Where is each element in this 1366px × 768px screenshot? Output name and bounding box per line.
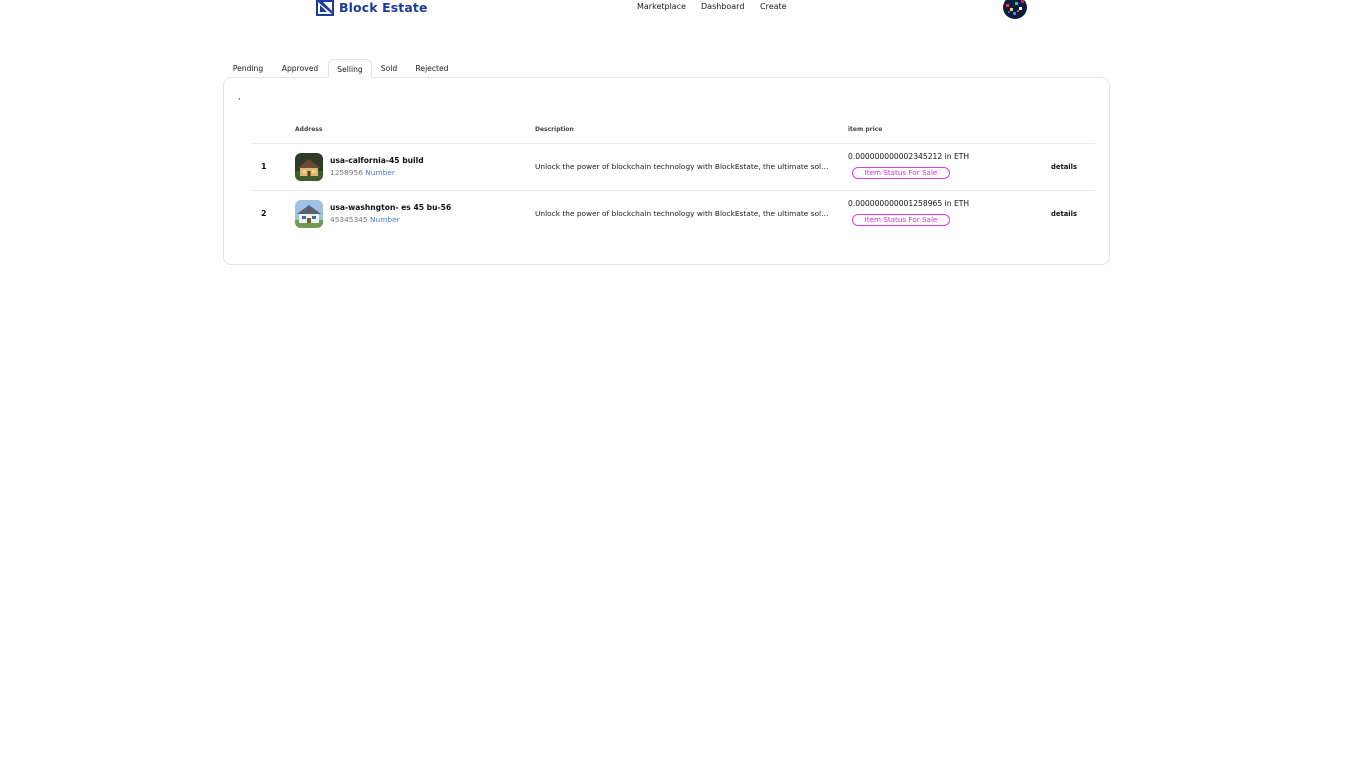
nav-dashboard[interactable]: Dashboard: [701, 2, 744, 12]
details-link[interactable]: details: [1051, 162, 1077, 172]
tab-selling[interactable]: Selling: [328, 59, 372, 78]
property-number-label: Number: [365, 168, 395, 177]
tab-approved[interactable]: Approved: [276, 59, 324, 78]
status-badge: Item Status For Sale: [852, 167, 950, 179]
property-description: Unlock the power of blockchain technolog…: [535, 162, 830, 171]
house-image-icon: [295, 200, 323, 228]
property-price: 0.000000000002345212 in ETH: [848, 152, 970, 161]
property-thumbnail: [295, 153, 323, 181]
table-row: 1 usa-calfornia-45 build 1258956 Number …: [251, 143, 1095, 190]
property-price: 0.000000000001258965 in ETH: [848, 199, 970, 208]
property-number-value: 1258956: [330, 168, 363, 177]
user-avatar[interactable]: [1003, 0, 1027, 19]
property-title: usa-washngton- es 45 bu-56: [330, 203, 452, 212]
main-nav: Marketplace Dashboard Create: [0, 2, 1366, 14]
property-description: Unlock the power of blockchain technolog…: [535, 209, 830, 218]
tab-pending[interactable]: Pending: [224, 59, 272, 78]
status-badge: Item Status For Sale: [852, 214, 950, 226]
tab-sold[interactable]: Sold: [375, 59, 403, 78]
property-number: 45345345 Number: [330, 215, 400, 225]
tab-rejected[interactable]: Rejected: [409, 59, 455, 78]
listings-card: , Address Description item price 1 usa-c…: [223, 77, 1110, 265]
row-index: 2: [261, 209, 267, 218]
column-header-description: Description: [535, 126, 574, 133]
nav-create[interactable]: Create: [760, 2, 787, 12]
column-header-address: Address: [295, 126, 323, 133]
details-link[interactable]: details: [1051, 209, 1077, 219]
column-header-price: item price: [848, 126, 883, 133]
header: Block Estate Marketplace Dashboard Creat…: [0, 0, 1366, 24]
house-image-icon: [295, 153, 323, 181]
card-marker: ,: [238, 92, 241, 101]
property-number: 1258956 Number: [330, 168, 395, 178]
avatar-icon: [1003, 0, 1027, 19]
property-title: usa-calfornia-45 build: [330, 156, 424, 165]
row-index: 1: [261, 162, 267, 171]
property-thumbnail: [295, 200, 323, 228]
nav-marketplace[interactable]: Marketplace: [637, 2, 686, 12]
property-number-value: 45345345: [330, 215, 368, 224]
table-row: 2 usa-washngton- es 45 bu-56 45345345 Nu…: [251, 190, 1095, 237]
property-number-label: Number: [369, 215, 400, 224]
